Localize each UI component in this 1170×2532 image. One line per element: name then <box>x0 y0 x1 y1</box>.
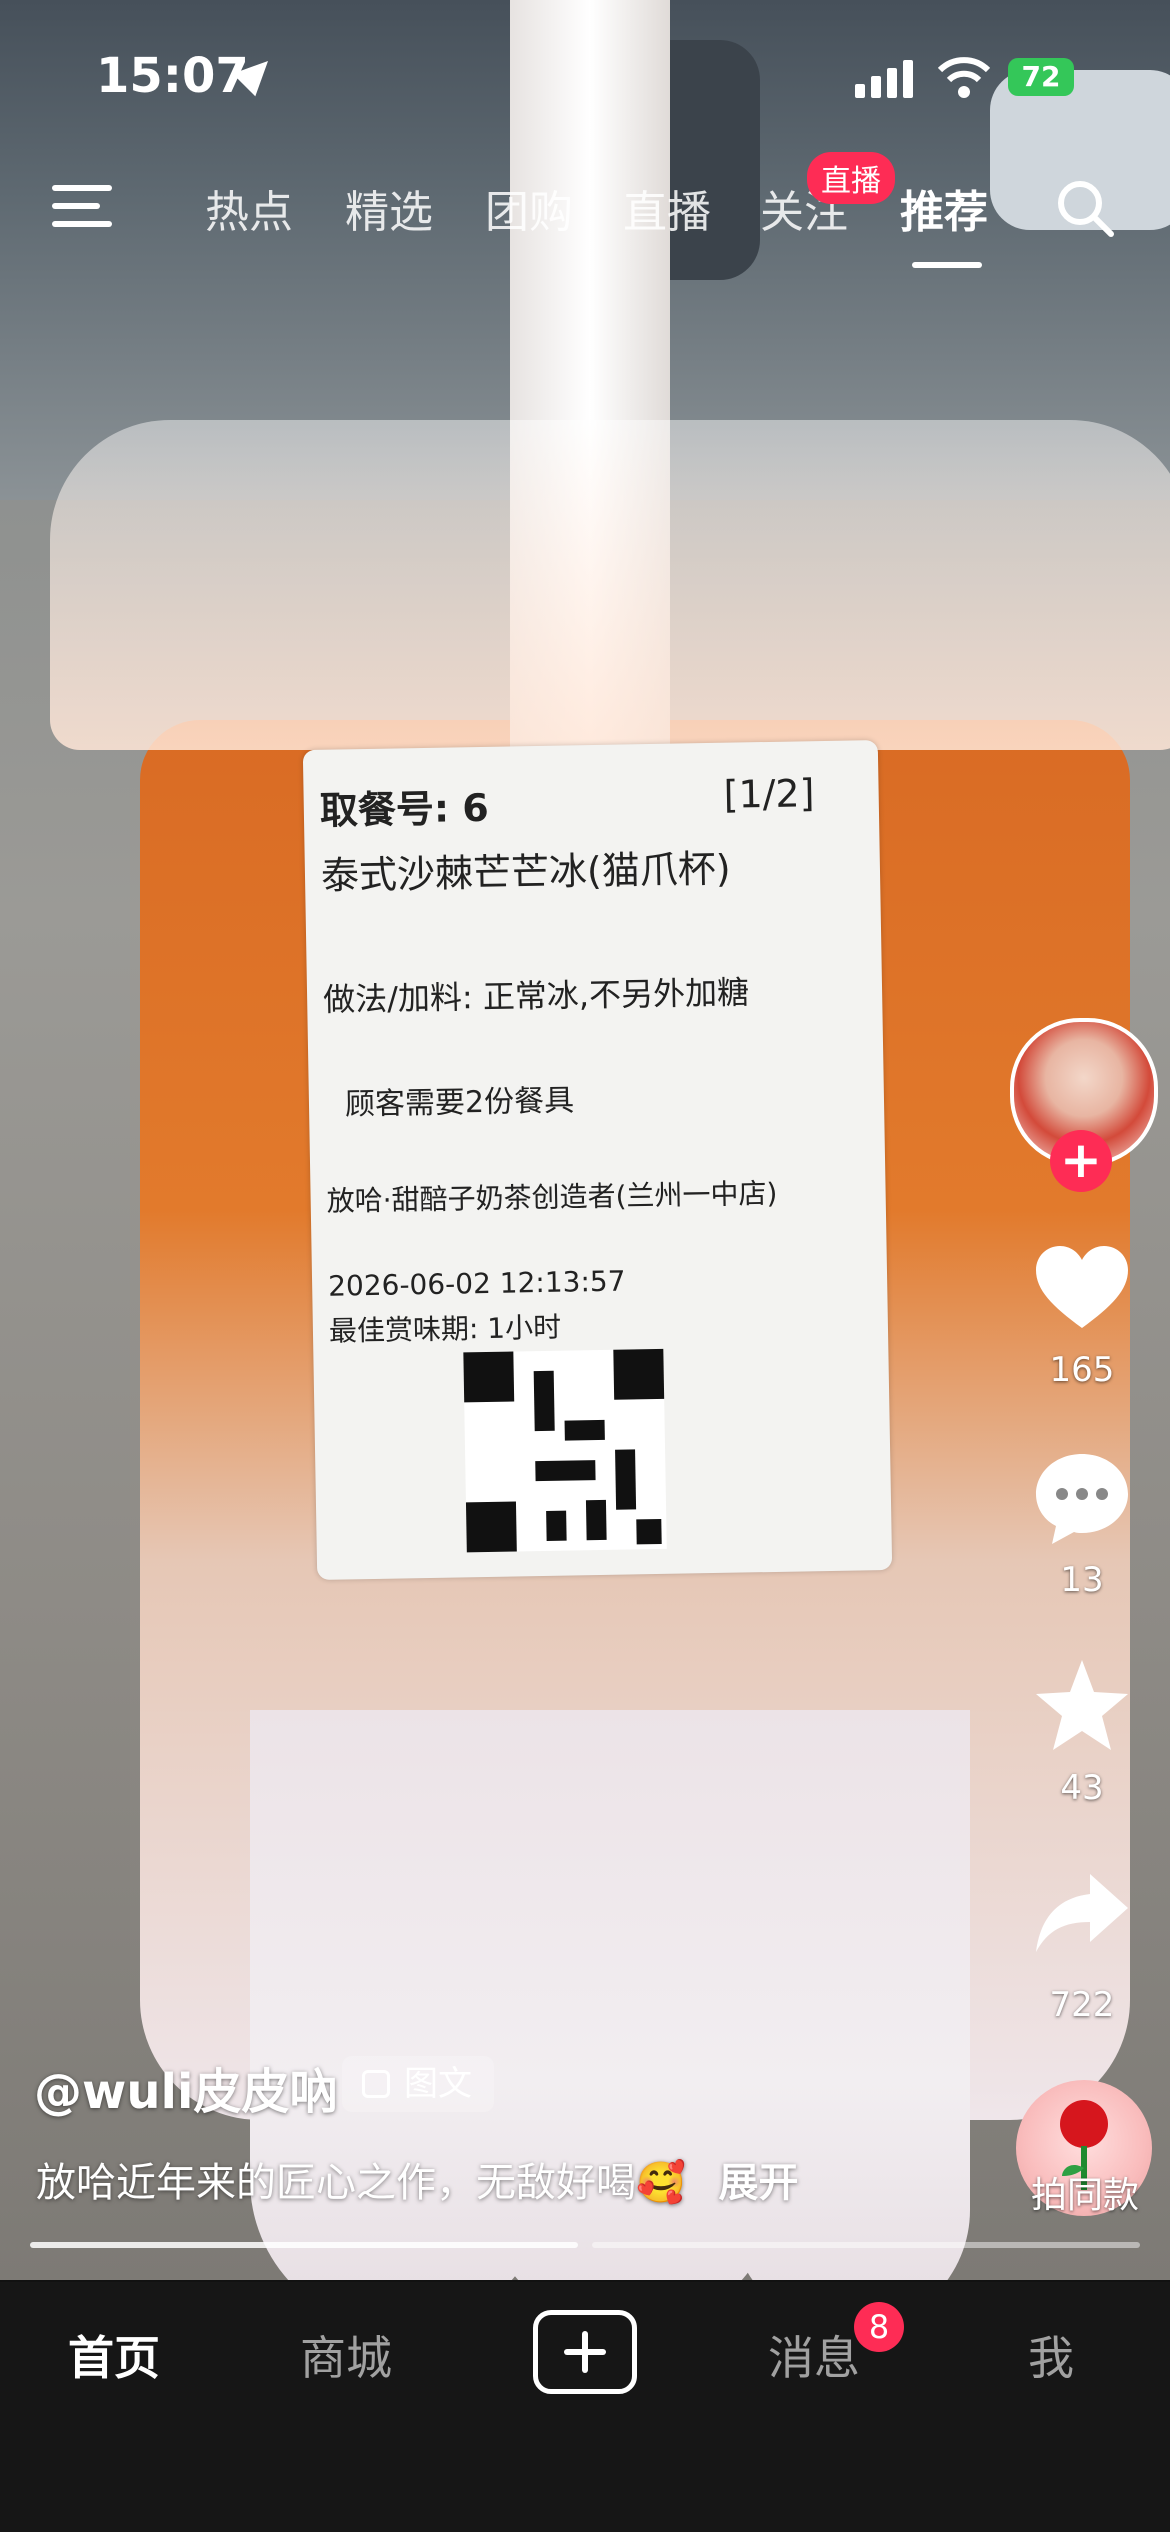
same-style-label: 拍同款 <box>1030 2175 1139 2216</box>
nav-me[interactable]: 我 <box>1028 2322 1074 2388</box>
share-count: 722 <box>1049 1985 1115 2025</box>
messages-badge: 8 <box>854 2302 904 2352</box>
tab-recommended[interactable]: 推荐 <box>900 176 988 240</box>
slide-progress-2 <box>592 2242 1140 2248</box>
search-icon[interactable] <box>1055 178 1115 238</box>
nav-mall[interactable]: 商城 <box>300 2322 392 2388</box>
nav-home[interactable]: 首页 <box>68 2322 160 2388</box>
order-datetime: 2026-06-02 12:13:57 <box>327 1264 626 1303</box>
heart-icon[interactable] <box>1032 1240 1132 1340</box>
create-post-button[interactable] <box>533 2310 637 2394</box>
star-icon[interactable] <box>1032 1656 1132 1756</box>
product-name: 泰式沙棘芒芒冰(猫爪杯) <box>320 846 731 898</box>
post-type-label: 图文 <box>404 2064 472 2104</box>
bottom-nav-bar: 首页 商城 消息 8 我 <box>0 2282 1170 2532</box>
active-tab-indicator <box>912 262 982 268</box>
nav-messages[interactable]: 消息 <box>768 2322 860 2388</box>
expand-button[interactable]: 展开 <box>719 2160 799 2206</box>
caption-text: 放哈近年来的匠心之作，无敌好喝🥰 <box>36 2160 686 2206</box>
store-name: 放哈·甜醅子奶茶创造者(兰州一中店) <box>326 1176 778 1218</box>
comment-icon[interactable] <box>1032 1448 1132 1548</box>
status-time: 15:07 <box>96 48 249 104</box>
tab-live[interactable]: 直播 <box>623 176 711 240</box>
favorite-count: 43 <box>1060 1768 1104 1808</box>
live-badge: 直播 <box>807 152 895 204</box>
receipt-page: [1/2] <box>723 771 815 817</box>
tab-hot[interactable]: 热点 <box>205 176 293 240</box>
author-username[interactable]: @wuli皮皮吶 <box>34 2052 337 2122</box>
follow-button[interactable]: + <box>1050 1130 1112 1192</box>
qr-code <box>463 1348 667 1553</box>
post-image[interactable]: 取餐号: 6 [1/2] 泰式沙棘芒芒冰(猫爪杯) 做法/加料: 正常冰,不另外… <box>0 0 1170 2280</box>
image-text-icon <box>362 2070 390 2098</box>
share-arrow-icon[interactable] <box>1032 1864 1132 1964</box>
best-before: 最佳赏味期: 1小时 <box>328 1310 562 1348</box>
cellular-signal-icon <box>855 58 917 98</box>
battery-indicator: 72 <box>1008 58 1074 96</box>
tab-group-buy[interactable]: 团购 <box>485 176 573 240</box>
post-type-tag: 图文 <box>342 2056 494 2112</box>
cup-lid <box>50 420 1170 750</box>
slide-progress-1 <box>30 2242 578 2248</box>
like-count: 165 <box>1049 1350 1115 1390</box>
prep-method: 做法/加料: 正常冰,不另外加糖 <box>322 973 750 1019</box>
menu-icon[interactable] <box>52 185 112 229</box>
wifi-icon <box>938 57 990 98</box>
comment-count: 13 <box>1060 1560 1104 1600</box>
receipt-sticker: 取餐号: 6 [1/2] 泰式沙棘芒芒冰(猫爪杯) 做法/加料: 正常冰,不另外… <box>302 740 893 1580</box>
pickup-number: 取餐号: 6 <box>319 785 490 833</box>
tab-featured[interactable]: 精选 <box>345 176 433 240</box>
status-bar: 15:07 72 <box>0 0 1170 150</box>
post-caption: 放哈近年来的匠心之作，无敌好喝🥰 展开 <box>36 2150 799 2208</box>
utensils-note: 顾客需要2份餐具 <box>344 1083 575 1123</box>
